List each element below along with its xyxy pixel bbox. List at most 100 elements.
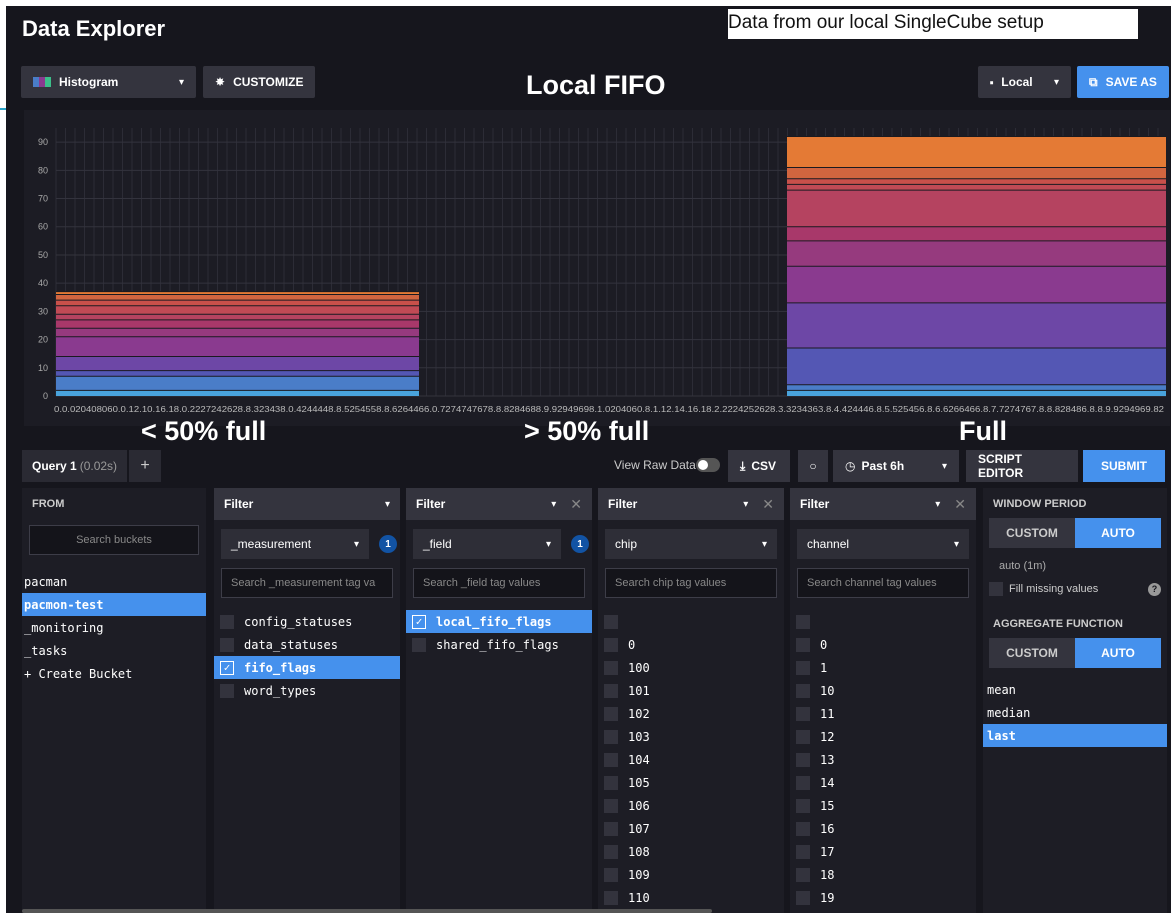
- filter-value-item[interactable]: ✓ local_fifo_flags: [406, 610, 592, 633]
- checkbox-checked-icon[interactable]: ✓: [412, 614, 426, 629]
- checkbox-icon[interactable]: [796, 683, 810, 698]
- filter-header[interactable]: Filter ▾ ✕: [790, 488, 976, 520]
- filter-value-item[interactable]: [598, 610, 784, 633]
- filter-value-item[interactable]: 102: [598, 702, 784, 725]
- customize-button[interactable]: ✸ CUSTOMIZE: [203, 66, 315, 98]
- close-icon[interactable]: ✕: [570, 496, 582, 513]
- refresh-button[interactable]: ○: [798, 450, 828, 482]
- filter-value-item[interactable]: data_statuses: [214, 633, 400, 656]
- checkbox-icon[interactable]: [220, 637, 234, 652]
- filter-value-item[interactable]: 108: [598, 840, 784, 863]
- close-icon[interactable]: ✕: [762, 496, 774, 513]
- filter-value-item[interactable]: 105: [598, 771, 784, 794]
- filter-header[interactable]: Filter ▾ ✕: [406, 488, 592, 520]
- checkbox-icon[interactable]: [604, 867, 618, 882]
- checkbox-icon[interactable]: [604, 614, 618, 629]
- checkbox-icon[interactable]: [796, 775, 810, 790]
- filter-value-item[interactable]: 107: [598, 817, 784, 840]
- filter-value-item[interactable]: 15: [790, 794, 976, 817]
- csv-button[interactable]: ⤓ CSV: [728, 450, 790, 482]
- checkbox-icon[interactable]: [796, 706, 810, 721]
- checkbox-checked-icon[interactable]: ✓: [220, 660, 234, 675]
- window-custom-button[interactable]: CUSTOM: [989, 518, 1075, 548]
- checkbox-icon[interactable]: [220, 683, 234, 698]
- aggregate-function-item[interactable]: median: [983, 701, 1167, 724]
- chip-search-input[interactable]: Search chip tag values: [605, 568, 777, 598]
- filter-value-item[interactable]: 17: [790, 840, 976, 863]
- filter-value-item[interactable]: 104: [598, 748, 784, 771]
- checkbox-icon[interactable]: [796, 821, 810, 836]
- checkbox-icon[interactable]: [796, 867, 810, 882]
- aggregate-function-item[interactable]: mean: [983, 678, 1167, 701]
- aggregate-function-item[interactable]: last: [983, 724, 1167, 747]
- checkbox-icon[interactable]: [796, 844, 810, 859]
- aggregate-auto-button[interactable]: AUTO: [1075, 638, 1161, 668]
- fill-missing-checkbox[interactable]: [989, 582, 1003, 596]
- filter-value-item[interactable]: 109: [598, 863, 784, 886]
- bucket-item[interactable]: + Create Bucket: [22, 662, 206, 685]
- close-icon[interactable]: ✕: [954, 496, 966, 513]
- checkbox-icon[interactable]: [796, 890, 810, 905]
- filter-value-item[interactable]: word_types: [214, 679, 400, 702]
- filter-value-item[interactable]: 18: [790, 863, 976, 886]
- checkbox-icon[interactable]: [604, 890, 618, 905]
- window-auto-button[interactable]: AUTO: [1075, 518, 1161, 548]
- checkbox-icon[interactable]: [604, 821, 618, 836]
- field-search-input[interactable]: Search _field tag values: [413, 568, 585, 598]
- checkbox-icon[interactable]: [412, 637, 426, 652]
- checkbox-icon[interactable]: [796, 637, 810, 652]
- filter-value-item[interactable]: [790, 610, 976, 633]
- checkbox-icon[interactable]: [796, 729, 810, 744]
- filter-value-item[interactable]: 10: [790, 679, 976, 702]
- filter-value-item[interactable]: 11: [790, 702, 976, 725]
- bucket-item[interactable]: _monitoring: [22, 616, 206, 639]
- measurement-search-input[interactable]: Search _measurement tag va: [221, 568, 393, 598]
- checkbox-icon[interactable]: [796, 752, 810, 767]
- query-tab[interactable]: Query 1 (0.02s): [22, 450, 128, 482]
- filter-value-item[interactable]: 16: [790, 817, 976, 840]
- measurement-key-dropdown[interactable]: _measurement ▾: [221, 529, 369, 559]
- script-editor-button[interactable]: SCRIPT EDITOR: [966, 450, 1078, 482]
- help-icon[interactable]: ?: [1148, 582, 1161, 596]
- filter-value-item[interactable]: 103: [598, 725, 784, 748]
- filter-value-item[interactable]: shared_fifo_flags: [406, 633, 592, 656]
- checkbox-icon[interactable]: [604, 729, 618, 744]
- bucket-item[interactable]: pacman: [22, 570, 206, 593]
- submit-button[interactable]: SUBMIT: [1083, 450, 1165, 482]
- checkbox-icon[interactable]: [604, 798, 618, 813]
- filter-value-item[interactable]: 100: [598, 656, 784, 679]
- bucket-item[interactable]: _tasks: [22, 639, 206, 662]
- filter-value-item[interactable]: 0: [790, 633, 976, 656]
- filter-header[interactable]: Filter ▾: [214, 488, 400, 520]
- bucket-search-input[interactable]: Search buckets: [29, 525, 199, 555]
- checkbox-icon[interactable]: [796, 614, 810, 629]
- fill-missing-row[interactable]: Fill missing values ?: [983, 582, 1167, 596]
- view-raw-data-toggle[interactable]: [696, 458, 720, 472]
- aggregate-custom-button[interactable]: CUSTOM: [989, 638, 1075, 668]
- field-key-dropdown[interactable]: _field ▾: [413, 529, 561, 559]
- filter-value-item[interactable]: 101: [598, 679, 784, 702]
- filter-value-item[interactable]: 106: [598, 794, 784, 817]
- checkbox-icon[interactable]: [796, 660, 810, 675]
- save-as-button[interactable]: ⧉ SAVE AS: [1077, 66, 1169, 98]
- visualization-type-dropdown[interactable]: Histogram ▾: [21, 66, 196, 98]
- filter-value-item[interactable]: 110: [598, 886, 784, 909]
- filter-value-item[interactable]: 14: [790, 771, 976, 794]
- add-query-button[interactable]: +: [129, 450, 162, 482]
- checkbox-icon[interactable]: [604, 775, 618, 790]
- channel-key-dropdown[interactable]: channel ▾: [797, 529, 969, 559]
- filter-value-item[interactable]: 19: [790, 886, 976, 909]
- filter-value-item[interactable]: config_statuses: [214, 610, 400, 633]
- checkbox-icon[interactable]: [604, 844, 618, 859]
- channel-search-input[interactable]: Search channel tag values: [797, 568, 969, 598]
- filter-value-item[interactable]: 12: [790, 725, 976, 748]
- bucket-item[interactable]: pacmon-test: [22, 593, 206, 616]
- filter-value-item[interactable]: 0: [598, 633, 784, 656]
- database-dropdown[interactable]: ⬝ Local ▾: [978, 66, 1071, 98]
- checkbox-icon[interactable]: [604, 683, 618, 698]
- horizontal-scrollbar[interactable]: [22, 909, 712, 913]
- checkbox-icon[interactable]: [604, 637, 618, 652]
- checkbox-icon[interactable]: [796, 798, 810, 813]
- time-range-dropdown[interactable]: ◷ Past 6h ▾: [833, 450, 959, 482]
- filter-value-item[interactable]: 1: [790, 656, 976, 679]
